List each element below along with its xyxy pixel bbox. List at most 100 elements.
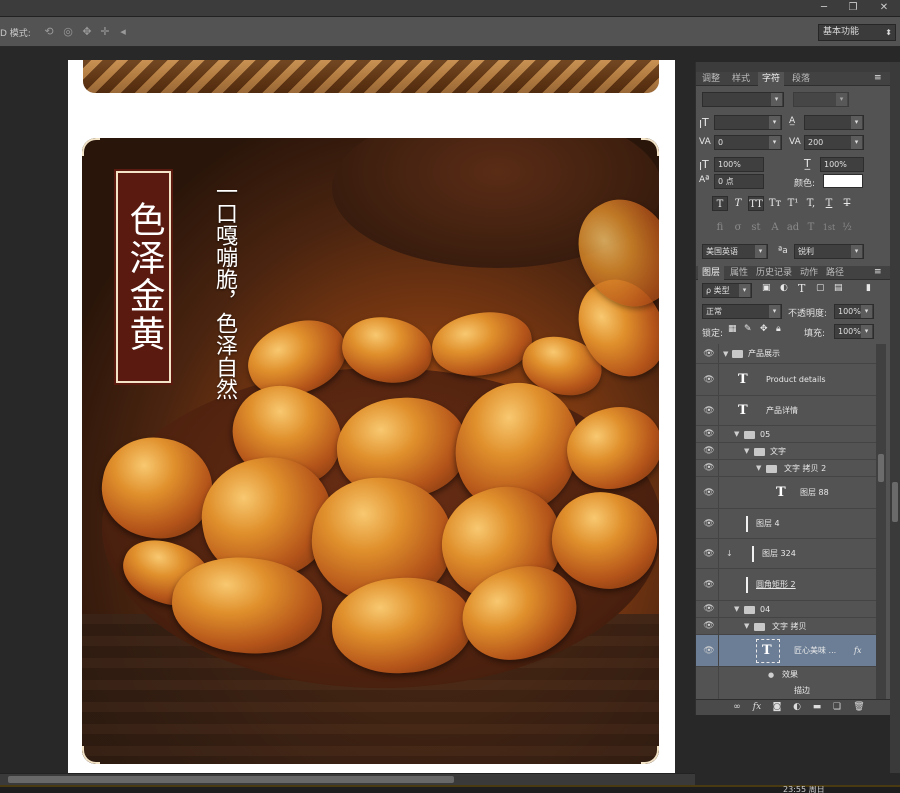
ligatures-button[interactable]: fi: [712, 220, 728, 235]
tracking-field[interactable]: 200 ▾: [804, 135, 864, 150]
antialias-select[interactable]: 锐利 ▾: [794, 244, 864, 259]
small-caps-button[interactable]: Tт: [767, 196, 783, 211]
panel-menu-icon[interactable]: ≡: [874, 267, 882, 277]
close-button[interactable]: ✕: [874, 0, 894, 15]
tab-paragraph[interactable]: 段落: [788, 72, 814, 86]
layer-effects-row[interactable]: ● 效果: [696, 667, 876, 683]
tab-adjustments[interactable]: 调整: [698, 72, 724, 86]
layer-row[interactable]: 👁︎ ▼ 04: [696, 601, 876, 618]
lock-transparent-icon[interactable]: ▦: [728, 324, 737, 334]
filter-type-icon[interactable]: T: [798, 282, 805, 295]
blend-mode-select[interactable]: 正常 ▾: [702, 304, 782, 319]
collapse-triangle-icon[interactable]: ▼: [734, 426, 739, 443]
strikethrough-button[interactable]: T: [839, 196, 855, 211]
opacity-field[interactable]: 100% ▾: [834, 304, 874, 319]
horizontal-scale-field[interactable]: 100%: [820, 157, 864, 172]
font-family-select[interactable]: ▾: [702, 92, 784, 107]
add-mask-icon[interactable]: ◙: [770, 702, 784, 714]
collapse-triangle-icon[interactable]: ▼: [744, 618, 749, 635]
subscript-button[interactable]: T,: [803, 196, 819, 211]
roll-3d-icon[interactable]: ◎: [61, 25, 75, 39]
new-adjustment-icon[interactable]: ◐: [790, 702, 804, 714]
language-select[interactable]: 美国英语 ▾: [702, 244, 768, 259]
layer-row[interactable]: 👁︎ ▼ 文字 拷贝 2: [696, 460, 876, 477]
tab-actions[interactable]: 动作: [796, 266, 822, 280]
visibility-eye-icon[interactable]: 👁︎: [702, 601, 716, 618]
slide-3d-icon[interactable]: ✛: [98, 25, 112, 39]
visibility-eye-icon[interactable]: 👁︎: [702, 396, 716, 426]
visibility-eye-icon[interactable]: 👁︎: [702, 477, 716, 509]
layer-row[interactable]: 👁︎ T 产品详情: [696, 396, 876, 426]
layer-row[interactable]: 👁︎ ▼ 文字 拷贝: [696, 618, 876, 635]
layer-row[interactable]: 👁︎ ▼ 产品展示: [696, 344, 876, 364]
pan-3d-icon[interactable]: ✥: [80, 25, 94, 39]
underline-button[interactable]: T: [821, 196, 837, 211]
panel-menu-icon[interactable]: ≡: [874, 73, 882, 83]
swash-button[interactable]: st: [748, 220, 764, 235]
filter-shape-icon[interactable]: ▢: [816, 283, 825, 293]
minimize-button[interactable]: ─: [814, 0, 834, 15]
visibility-eye-icon[interactable]: 👁︎: [702, 618, 716, 635]
visibility-eye-icon[interactable]: 👁︎: [702, 460, 716, 477]
filter-smart-object-icon[interactable]: ▤: [834, 283, 843, 293]
collapse-triangle-icon[interactable]: ▼: [734, 601, 739, 618]
visibility-eye-icon[interactable]: 👁︎: [702, 635, 716, 667]
lock-pixels-icon[interactable]: ✎: [744, 324, 752, 334]
visibility-eye-icon[interactable]: 👁︎: [702, 539, 716, 569]
visibility-eye-icon[interactable]: ●: [768, 667, 774, 683]
tab-properties[interactable]: 属性: [726, 266, 752, 280]
canvas-area[interactable]: 色泽金黄 一口嘎嘣脆，色泽自然: [0, 48, 695, 773]
baseline-shift-field[interactable]: 0 点: [714, 174, 764, 189]
link-layers-icon[interactable]: ∞: [730, 702, 744, 714]
scrollbar-thumb[interactable]: [892, 482, 898, 522]
layers-scrollbar[interactable]: [876, 344, 886, 699]
titling-alternates-button[interactable]: ad: [785, 220, 801, 235]
faux-bold-button[interactable]: T: [712, 196, 728, 211]
tab-history[interactable]: 历史记录: [752, 266, 796, 280]
horizontal-scrollbar[interactable]: [0, 773, 695, 785]
visibility-eye-icon[interactable]: 👁︎: [702, 426, 716, 443]
ordinals-button[interactable]: 1st: [821, 220, 837, 235]
new-layer-icon[interactable]: ❏: [830, 702, 844, 714]
scrollbar-thumb[interactable]: [8, 776, 454, 783]
filter-pixel-icon[interactable]: ▣: [762, 283, 771, 293]
discretionary-ligatures-button[interactable]: σ: [730, 220, 746, 235]
layer-row[interactable]: 👁︎ ▼ 05: [696, 426, 876, 443]
font-size-field[interactable]: ▾: [714, 115, 782, 130]
document-canvas[interactable]: 色泽金黄 一口嘎嘣脆，色泽自然: [68, 60, 675, 773]
lock-all-icon[interactable]: 🔒︎: [776, 324, 781, 334]
font-style-select[interactable]: ▾: [793, 92, 849, 107]
collapse-triangle-icon[interactable]: ▼: [756, 460, 761, 477]
visibility-eye-icon[interactable]: 👁︎: [702, 509, 716, 539]
layer-row[interactable]: 👁︎ T Product details: [696, 364, 876, 396]
layer-row[interactable]: 👁︎ ↓ 图层 324: [696, 539, 876, 569]
fill-field[interactable]: 100% ▾: [834, 324, 874, 339]
fractions-button[interactable]: ½: [839, 220, 855, 235]
stylistic-alternates-button[interactable]: A: [767, 220, 783, 235]
scrollbar-thumb[interactable]: [878, 454, 884, 482]
add-style-icon[interactable]: fx: [750, 702, 764, 714]
ornaments-button[interactable]: T: [803, 220, 819, 235]
delete-layer-icon[interactable]: 🗑︎: [852, 702, 866, 714]
tab-styles[interactable]: 样式: [728, 72, 754, 86]
faux-italic-button[interactable]: T: [730, 196, 746, 211]
leading-field[interactable]: ▾: [804, 115, 864, 130]
layer-row[interactable]: 👁︎ ▼ 文字: [696, 443, 876, 460]
tab-character[interactable]: 字符: [758, 72, 785, 86]
all-caps-button[interactable]: TT: [748, 196, 764, 211]
layer-filter-select[interactable]: ρ 类型 ▾: [702, 283, 752, 298]
tab-paths[interactable]: 路径: [822, 266, 848, 280]
collapse-triangle-icon[interactable]: ▼: [723, 344, 728, 364]
superscript-button[interactable]: T¹: [785, 196, 801, 211]
visibility-eye-icon[interactable]: 👁︎: [702, 569, 716, 601]
text-color-swatch[interactable]: [823, 174, 863, 188]
kerning-field[interactable]: 0 ▾: [714, 135, 782, 150]
visibility-eye-icon[interactable]: 👁︎: [702, 443, 716, 460]
layer-row[interactable]: 👁︎ 圆角矩形 2: [696, 569, 876, 601]
workspace-select[interactable]: 基本功能 ⬍: [818, 24, 896, 41]
visibility-eye-icon[interactable]: 👁︎: [702, 364, 716, 396]
layer-effect-item[interactable]: 描边: [696, 683, 876, 699]
new-group-icon[interactable]: ▬: [810, 702, 824, 714]
window-scrollbar[interactable]: [890, 62, 900, 773]
tab-layers[interactable]: 图层: [698, 266, 725, 280]
